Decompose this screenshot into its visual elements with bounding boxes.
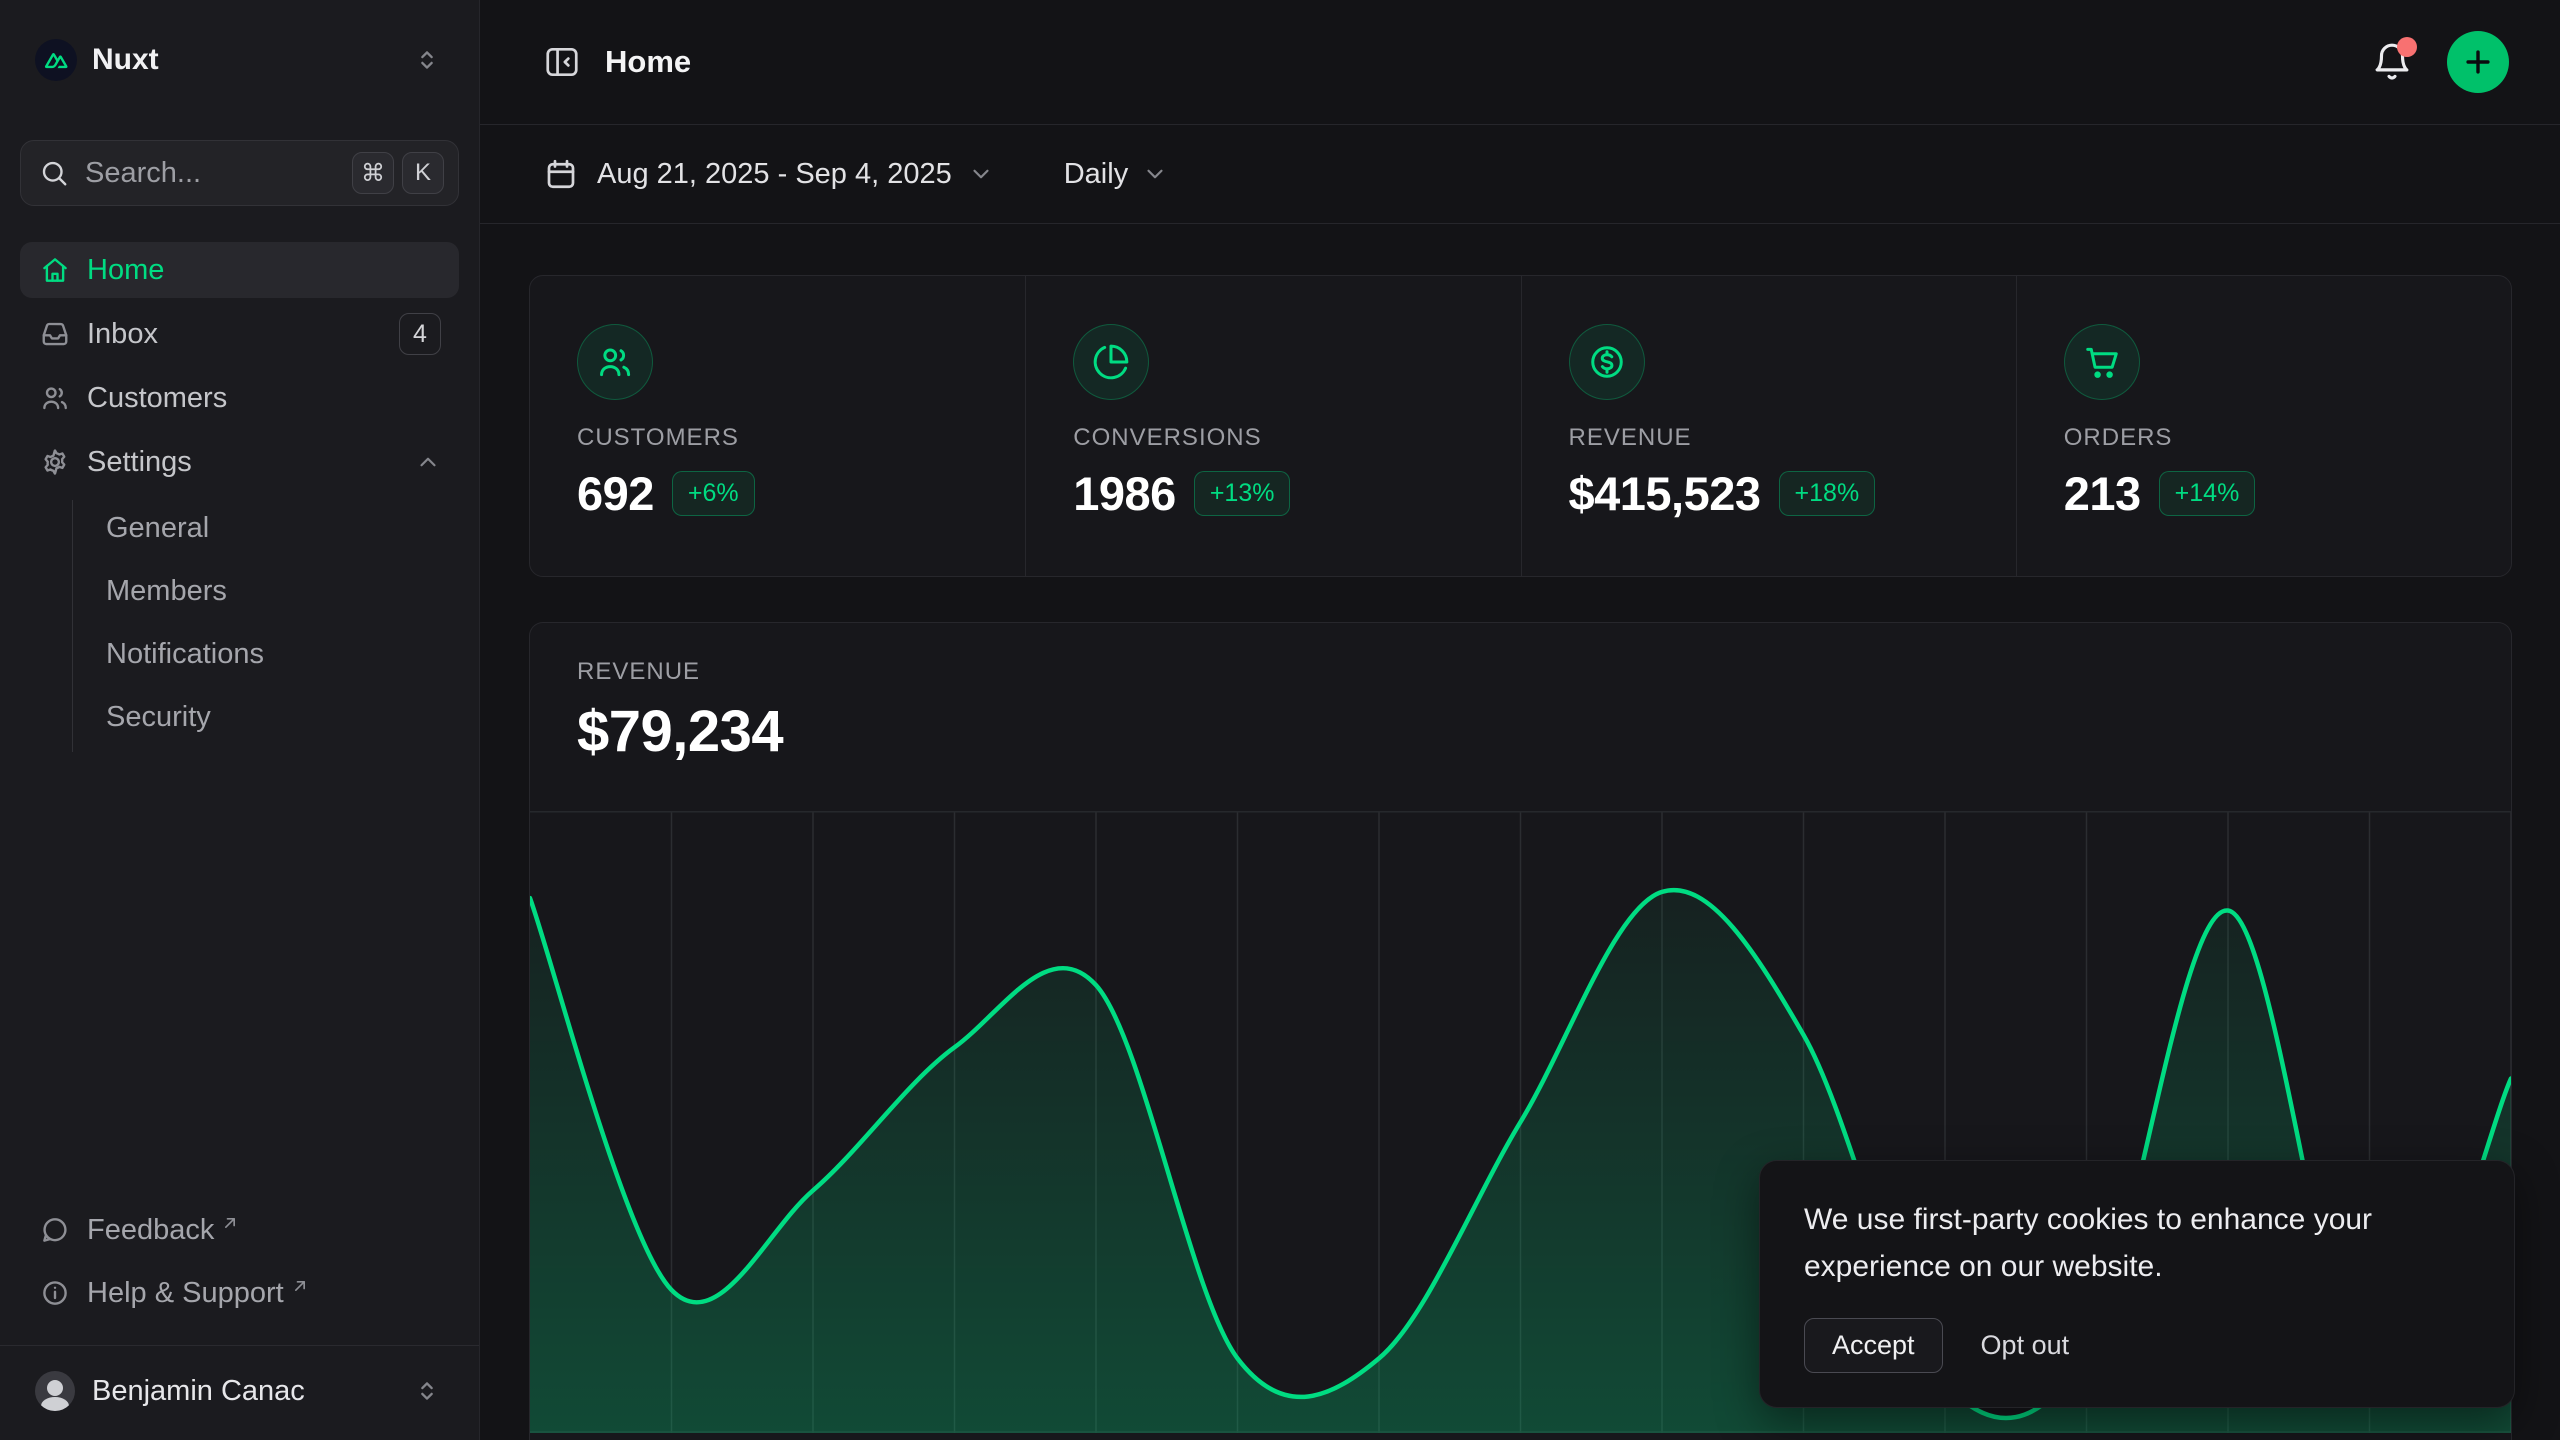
stat-label: CUSTOMERS — [577, 424, 985, 452]
avatar — [35, 1371, 75, 1411]
nuxt-logo-icon — [35, 39, 77, 81]
cookie-message: We use first-party cookies to enhance yo… — [1804, 1197, 2454, 1290]
sub-item-label: General — [106, 512, 209, 545]
link-label: Help & Support — [87, 1277, 284, 1310]
stat-delta-badge: +6% — [672, 471, 755, 516]
user-name: Benjamin Canac — [92, 1375, 305, 1408]
kbd-cmd: ⌘ — [352, 152, 394, 194]
sidebar-item-security[interactable]: Security — [73, 689, 459, 745]
page-header: Home — [480, 0, 2560, 125]
granularity-select[interactable]: Daily — [1064, 158, 1168, 191]
cookie-banner: We use first-party cookies to enhance yo… — [1759, 1160, 2515, 1408]
external-link-icon — [290, 1276, 310, 1296]
feedback-link[interactable]: Feedback — [20, 1202, 459, 1258]
add-button[interactable] — [2447, 31, 2509, 93]
users-icon — [40, 383, 70, 413]
settings-subnav: General Members Notifications Security — [72, 500, 459, 752]
workspace-name: Nuxt — [92, 43, 159, 77]
stat-card-conversions[interactable]: CONVERSIONS 1986 +13% — [1025, 276, 1520, 576]
calendar-icon — [543, 156, 579, 192]
stat-value: 213 — [2064, 466, 2141, 521]
stat-delta-badge: +14% — [2159, 471, 2256, 516]
stat-value: 1986 — [1073, 466, 1176, 521]
search-input[interactable] — [85, 157, 344, 190]
stat-label: ORDERS — [2064, 424, 2471, 452]
chevron-up-icon — [415, 449, 441, 475]
stat-card-orders[interactable]: ORDERS 213 +14% — [2016, 276, 2511, 576]
shopping-cart-icon — [2064, 324, 2140, 400]
sidebar-item-label: Home — [87, 254, 164, 287]
granularity-label: Daily — [1064, 158, 1128, 191]
plus-icon — [2461, 45, 2495, 79]
sidebar-item-home[interactable]: Home — [20, 242, 459, 298]
message-bubble-icon — [40, 1215, 70, 1245]
sub-item-label: Security — [106, 701, 211, 734]
help-support-link[interactable]: Help & Support — [20, 1265, 459, 1321]
opt-out-button[interactable]: Opt out — [1981, 1330, 2070, 1361]
pie-chart-icon — [1073, 324, 1149, 400]
search-icon — [39, 158, 69, 188]
revenue-value: $79,234 — [577, 698, 2464, 765]
sidebar-item-label: Settings — [87, 446, 192, 479]
date-range-label: Aug 21, 2025 - Sep 4, 2025 — [597, 158, 952, 191]
home-icon — [40, 255, 70, 285]
accept-button[interactable]: Accept — [1804, 1318, 1943, 1373]
sidebar-item-customers[interactable]: Customers — [20, 370, 459, 426]
sidebar-item-notifications[interactable]: Notifications — [73, 626, 459, 682]
main-area: Home Aug 21, 2025 - Sep 4, 2025 Daily — [480, 0, 2560, 1440]
chevron-down-icon — [1142, 161, 1168, 187]
chevron-down-icon — [968, 161, 994, 187]
gear-icon — [40, 447, 70, 477]
sub-item-label: Members — [106, 575, 227, 608]
notifications-button[interactable] — [2371, 41, 2413, 83]
stat-delta-badge: +18% — [1779, 471, 1876, 516]
inbox-count-badge: 4 — [399, 313, 441, 355]
divider — [0, 1345, 479, 1346]
revenue-label: REVENUE — [577, 658, 2464, 686]
stat-label: REVENUE — [1569, 424, 1976, 452]
external-link-icon — [220, 1213, 240, 1233]
info-circle-icon — [40, 1278, 70, 1308]
sidebar-collapse-icon[interactable] — [543, 43, 581, 81]
stat-value: 692 — [577, 466, 654, 521]
stat-card-customers[interactable]: CUSTOMERS 692 +6% — [530, 276, 1025, 576]
user-menu[interactable]: Benjamin Canac — [20, 1356, 459, 1426]
sidebar-item-inbox[interactable]: Inbox 4 — [20, 306, 459, 362]
sidebar-item-settings[interactable]: Settings — [20, 434, 459, 490]
stat-card-revenue[interactable]: REVENUE $415,523 +18% — [1521, 276, 2016, 576]
circle-dollar-icon — [1569, 324, 1645, 400]
kbd-k: K — [402, 152, 444, 194]
inbox-icon — [40, 319, 70, 349]
stats-row: CUSTOMERS 692 +6% CONVERSIONS 1986 +13% — [529, 275, 2512, 577]
sidebar-nav: Home Inbox 4 Customers Settings — [20, 242, 459, 760]
stat-value: $415,523 — [1569, 466, 1761, 521]
notification-dot — [2397, 37, 2417, 57]
sub-item-label: Notifications — [106, 638, 264, 671]
page-title: Home — [605, 44, 691, 80]
filters-toolbar: Aug 21, 2025 - Sep 4, 2025 Daily — [480, 125, 2560, 224]
stat-delta-badge: +13% — [1194, 471, 1291, 516]
sidebar-item-label: Customers — [87, 382, 227, 415]
workspace-switcher[interactable]: Nuxt — [20, 30, 459, 90]
chevron-up-down-icon — [413, 1377, 441, 1405]
date-range-picker[interactable]: Aug 21, 2025 - Sep 4, 2025 — [543, 156, 994, 192]
search-box[interactable]: ⌘ K — [20, 140, 459, 206]
sidebar-item-general[interactable]: General — [73, 500, 459, 556]
sidebar-item-members[interactable]: Members — [73, 563, 459, 619]
link-label: Feedback — [87, 1214, 214, 1247]
stat-label: CONVERSIONS — [1073, 424, 1480, 452]
sidebar-item-label: Inbox — [87, 318, 158, 351]
sidebar-footer: Feedback Help & Support Benjamin Canac — [20, 1202, 459, 1426]
chevron-up-down-icon — [413, 46, 441, 74]
sidebar: Nuxt ⌘ K Home Inbox 4 — [0, 0, 480, 1440]
users-icon — [577, 324, 653, 400]
